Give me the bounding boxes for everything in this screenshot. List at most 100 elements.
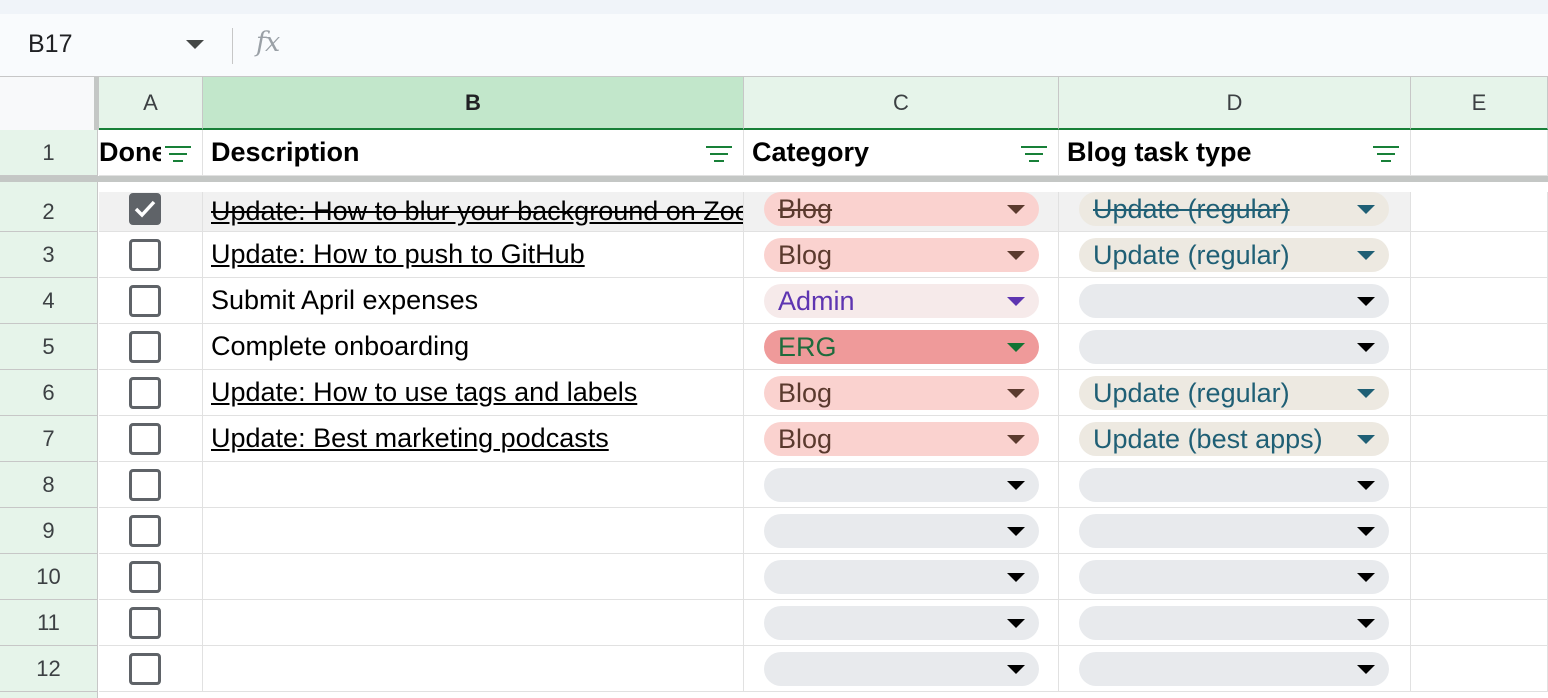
empty-cell-e[interactable] xyxy=(1411,324,1548,370)
filter-category-icon[interactable] xyxy=(1021,144,1047,164)
description-text[interactable]: Update: Best marketing podcasts xyxy=(211,423,609,454)
category-dropdown-chip[interactable]: Blog xyxy=(764,192,1039,226)
blog-task-type-dropdown-chip[interactable]: Update (regular) xyxy=(1079,192,1389,226)
done-checkbox[interactable] xyxy=(129,285,161,317)
blog-task-type-dropdown-chip[interactable] xyxy=(1079,514,1389,548)
blog-task-type-dropdown-chip[interactable] xyxy=(1079,468,1389,502)
empty-cell-e[interactable] xyxy=(1411,370,1548,416)
category-dropdown-chip[interactable] xyxy=(764,514,1039,548)
done-checkbox[interactable] xyxy=(129,193,161,225)
row-header-4[interactable]: 4 xyxy=(0,278,98,324)
blog-task-type-dropdown-chip[interactable] xyxy=(1079,652,1389,686)
done-checkbox[interactable] xyxy=(129,515,161,547)
empty-cell-e[interactable] xyxy=(1411,278,1548,324)
chevron-down-icon[interactable] xyxy=(1357,573,1375,582)
category-chip-label: ERG xyxy=(778,331,837,362)
row-header-2[interactable]: 2 xyxy=(0,192,98,232)
column-header-b[interactable]: B xyxy=(203,77,744,130)
empty-cell-e[interactable] xyxy=(1411,462,1548,508)
blog-task-type-dropdown-chip[interactable]: Update (regular) xyxy=(1079,376,1389,410)
category-dropdown-chip[interactable]: ERG xyxy=(764,330,1039,364)
name-box-cell-ref[interactable]: B17 xyxy=(28,30,72,59)
header-description: Description xyxy=(203,130,744,176)
column-header-a[interactable]: A xyxy=(99,77,203,130)
chevron-down-icon[interactable] xyxy=(1357,665,1375,674)
chevron-down-icon[interactable] xyxy=(1357,481,1375,490)
chevron-down-icon[interactable] xyxy=(1007,481,1025,490)
row-header-8[interactable]: 8 xyxy=(0,462,98,508)
chevron-down-icon[interactable] xyxy=(1007,389,1025,398)
blog-task-type-dropdown-chip[interactable] xyxy=(1079,330,1389,364)
done-checkbox[interactable] xyxy=(129,423,161,455)
row-header-5[interactable]: 5 xyxy=(0,324,98,370)
blog-task-type-dropdown-chip[interactable] xyxy=(1079,284,1389,318)
chevron-down-icon[interactable] xyxy=(1007,665,1025,674)
empty-cell-e[interactable] xyxy=(1411,508,1548,554)
blog-task-type-dropdown-chip[interactable] xyxy=(1079,606,1389,640)
column-header-d[interactable]: D xyxy=(1059,77,1411,130)
chevron-down-icon[interactable] xyxy=(1357,389,1375,398)
description-text[interactable]: Update: How to blur your background on Z… xyxy=(211,196,743,227)
filter-blog-task-type-icon[interactable] xyxy=(1373,144,1399,164)
name-box-dropdown-icon[interactable] xyxy=(186,40,204,49)
chevron-down-icon[interactable] xyxy=(1357,435,1375,444)
category-dropdown-chip[interactable] xyxy=(764,560,1039,594)
chevron-down-icon[interactable] xyxy=(1357,297,1375,306)
row-header-1[interactable]: 1 xyxy=(0,130,98,176)
row-header-6[interactable]: 6 xyxy=(0,370,98,416)
category-dropdown-chip[interactable]: Admin xyxy=(764,284,1039,318)
blog-task-type-dropdown-chip[interactable]: Update (best apps) xyxy=(1079,422,1389,456)
row-header-7[interactable]: 7 xyxy=(0,416,98,462)
empty-cell-e[interactable] xyxy=(1411,646,1548,692)
row-header-11[interactable]: 11 xyxy=(0,600,98,646)
name-box[interactable]: B17 xyxy=(0,14,230,76)
description-text[interactable]: Update: How to use tags and labels xyxy=(211,377,637,408)
header-blog-task-type-label: Blog task type xyxy=(1067,137,1252,167)
done-checkbox[interactable] xyxy=(129,561,161,593)
chevron-down-icon[interactable] xyxy=(1007,573,1025,582)
chevron-down-icon[interactable] xyxy=(1007,251,1025,260)
chevron-down-icon[interactable] xyxy=(1007,205,1025,214)
empty-cell-e[interactable] xyxy=(1411,232,1548,278)
row-header-12[interactable]: 12 xyxy=(0,646,98,692)
done-checkbox[interactable] xyxy=(129,653,161,685)
chevron-down-icon[interactable] xyxy=(1007,435,1025,444)
blog-task-type-dropdown-chip[interactable] xyxy=(1079,560,1389,594)
column-header-e[interactable]: E xyxy=(1411,77,1548,130)
category-dropdown-chip[interactable]: Blog xyxy=(764,376,1039,410)
chevron-down-icon[interactable] xyxy=(1357,343,1375,352)
empty-cell-e[interactable] xyxy=(1411,600,1548,646)
row-header-9[interactable]: 9 xyxy=(0,508,98,554)
chevron-down-icon[interactable] xyxy=(1007,619,1025,628)
chevron-down-icon[interactable] xyxy=(1007,297,1025,306)
description-cell: Update: How to push to GitHub xyxy=(203,232,744,278)
row-header-3[interactable]: 3 xyxy=(0,232,98,278)
chevron-down-icon[interactable] xyxy=(1357,251,1375,260)
category-dropdown-chip[interactable]: Blog xyxy=(764,238,1039,272)
empty-cell-e[interactable] xyxy=(1411,192,1548,232)
filter-description-icon[interactable] xyxy=(706,144,732,164)
category-dropdown-chip[interactable] xyxy=(764,468,1039,502)
row-freeze-handle[interactable] xyxy=(0,176,1548,182)
chevron-down-icon[interactable] xyxy=(1357,205,1375,214)
category-dropdown-chip[interactable]: Blog xyxy=(764,422,1039,456)
done-checkbox[interactable] xyxy=(129,239,161,271)
done-checkbox[interactable] xyxy=(129,331,161,363)
description-text[interactable]: Update: How to push to GitHub xyxy=(211,239,585,270)
chevron-down-icon[interactable] xyxy=(1357,527,1375,536)
done-checkbox[interactable] xyxy=(129,469,161,501)
filter-done-icon[interactable] xyxy=(165,144,191,164)
category-dropdown-chip[interactable] xyxy=(764,652,1039,686)
chevron-down-icon[interactable] xyxy=(1357,619,1375,628)
done-checkbox[interactable] xyxy=(129,377,161,409)
blog-task-type-dropdown-chip[interactable]: Update (regular) xyxy=(1079,238,1389,272)
empty-cell-e[interactable] xyxy=(1411,416,1548,462)
category-dropdown-chip[interactable] xyxy=(764,606,1039,640)
column-header-c[interactable]: C xyxy=(744,77,1059,130)
row-header-10[interactable]: 10 xyxy=(0,554,98,600)
done-checkbox[interactable] xyxy=(129,607,161,639)
chevron-down-icon[interactable] xyxy=(1007,343,1025,352)
select-all-corner[interactable] xyxy=(0,77,94,130)
chevron-down-icon[interactable] xyxy=(1007,527,1025,536)
empty-cell-e[interactable] xyxy=(1411,554,1548,600)
